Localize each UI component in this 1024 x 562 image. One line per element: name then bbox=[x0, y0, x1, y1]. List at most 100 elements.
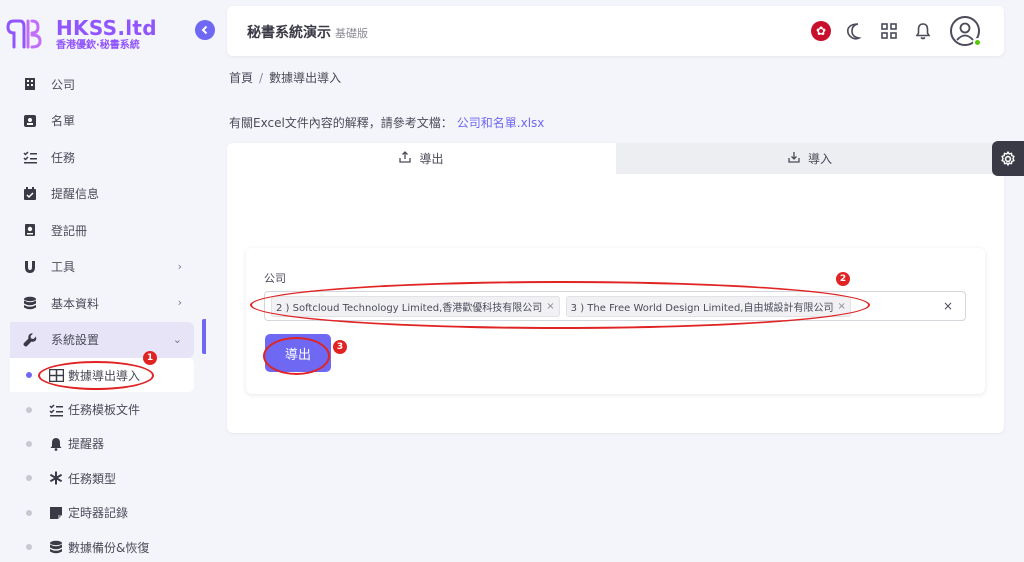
tag-remove-icon[interactable]: × bbox=[837, 301, 845, 312]
bullet-dot bbox=[26, 406, 32, 413]
sidebar-subitem-task-types[interactable]: 任務類型 bbox=[10, 461, 194, 495]
database-icon bbox=[22, 295, 38, 311]
sidebar-nav: 公司 名單 任務 提醒信息 登記冊 工具 › 基本資料 › 系統設置 ⌄ bbox=[10, 66, 194, 358]
customizer-toggle[interactable] bbox=[992, 141, 1024, 176]
asterisk-icon bbox=[48, 470, 64, 486]
company-field-label: 公司 bbox=[264, 272, 286, 285]
chevron-down-icon: ⌄ bbox=[172, 332, 182, 346]
logo[interactable]: HKSS.ltd 香港優欽·秘書系統 bbox=[6, 14, 157, 54]
sidebar-item-label: 登記冊 bbox=[51, 223, 88, 238]
sidebar-subitem-task-templates[interactable]: 任務模板文件 bbox=[10, 392, 194, 426]
annotation-badge: 3 bbox=[333, 340, 347, 354]
company-multiselect[interactable]: 2 ) Softcloud Technology Limited,香港歡優科技有… bbox=[264, 291, 966, 321]
app-title: 秘書系統演示 基礎版 bbox=[247, 22, 368, 42]
bullet-dot bbox=[26, 475, 32, 482]
tag-remove-icon[interactable]: × bbox=[546, 301, 554, 312]
sidebar-item-label: 基本資料 bbox=[51, 296, 100, 311]
tab-export-label: 導出 bbox=[419, 152, 444, 166]
sidebar-collapse-button[interactable] bbox=[195, 20, 215, 40]
sidebar-item-company[interactable]: 公司 bbox=[10, 66, 194, 103]
bullet-dot bbox=[26, 509, 32, 516]
sidebar-subitem-reminder[interactable]: 提醒器 bbox=[10, 427, 194, 461]
help-note: 有關Excel文件內容的解釋，請參考文檔： 公司和名單.xlsx bbox=[229, 114, 544, 131]
bell-icon bbox=[915, 23, 931, 40]
moon-icon bbox=[847, 23, 862, 40]
sidebar-item-system-settings[interactable]: 系統設置 ⌄ bbox=[10, 321, 194, 358]
user-avatar[interactable] bbox=[950, 16, 982, 47]
breadcrumb-home[interactable]: 首頁 bbox=[229, 71, 253, 85]
sidebar-subitem-label: 數據導出導入 bbox=[68, 368, 141, 383]
tab-import[interactable]: 導入 bbox=[616, 143, 1004, 174]
tab-import-label: 導入 bbox=[807, 152, 832, 166]
template-file-link[interactable]: 公司和名單.xlsx bbox=[457, 116, 545, 130]
sidebar-item-list[interactable]: 名單 bbox=[10, 103, 194, 140]
notifications-button[interactable] bbox=[912, 20, 934, 42]
export-button[interactable]: 導出 bbox=[265, 334, 331, 372]
sidebar-subitem-backup-restore[interactable]: 數據備份&恢復 bbox=[10, 530, 194, 562]
breadcrumb-separator: / bbox=[259, 71, 264, 85]
chevron-right-icon: › bbox=[177, 259, 182, 273]
building-icon bbox=[22, 76, 38, 92]
grid-icon bbox=[881, 23, 897, 39]
sidebar-item-register[interactable]: 登記冊 bbox=[10, 212, 194, 249]
wrench-icon bbox=[22, 332, 38, 348]
sidebar-item-label: 提醒信息 bbox=[51, 187, 100, 202]
sidebar-subitem-data-import-export[interactable]: 數據導出導入 bbox=[10, 358, 194, 393]
bullet-dot bbox=[26, 440, 32, 447]
apps-grid-button[interactable] bbox=[878, 20, 900, 42]
table-icon bbox=[48, 367, 64, 383]
sidebar-subitem-label: 提醒器 bbox=[68, 437, 105, 452]
clear-selection-icon[interactable]: × bbox=[943, 299, 953, 313]
contact-card-icon bbox=[22, 113, 38, 129]
upload-icon bbox=[399, 151, 412, 166]
chevron-left-icon bbox=[201, 25, 208, 35]
sidebar: HKSS.ltd 香港優欽·秘書系統 公司 名單 任務 提醒信息 登記冊 工具 … bbox=[0, 0, 207, 562]
magnet-icon bbox=[22, 259, 38, 275]
sidebar-subitem-label: 任務模板文件 bbox=[68, 403, 141, 418]
sidebar-subitem-timer-records[interactable]: 定時器記錄 bbox=[10, 496, 194, 530]
bell-icon bbox=[48, 436, 64, 452]
sidebar-submenu: 數據導出導入 任務模板文件 提醒器 任務類型 定時器記錄 數據備份&恢復 bbox=[10, 358, 194, 562]
sidebar-item-basic-data[interactable]: 基本資料 › bbox=[10, 285, 194, 322]
annotation-badge: 1 bbox=[143, 351, 157, 365]
bullet-dot bbox=[26, 372, 32, 379]
dark-mode-toggle[interactable] bbox=[844, 20, 866, 42]
chevron-right-icon: › bbox=[177, 296, 182, 309]
hong-kong-flag-icon: ✿ bbox=[811, 21, 831, 41]
sidebar-item-label: 系統設置 bbox=[51, 333, 100, 348]
active-indicator bbox=[202, 319, 206, 354]
tag-label: 3 ) The Free World Design Limited,自由城設計有… bbox=[570, 302, 834, 314]
sidebar-subitem-label: 數據備份&恢復 bbox=[68, 540, 150, 555]
checklist-icon bbox=[22, 149, 38, 165]
tag-label: 2 ) Softcloud Technology Limited,香港歡優科技有… bbox=[276, 302, 543, 314]
register-book-icon bbox=[22, 222, 38, 238]
checklist-icon bbox=[48, 402, 64, 418]
logo-subtitle: 香港優欽·秘書系統 bbox=[56, 39, 140, 51]
breadcrumb-current: 數據導出導入 bbox=[269, 71, 342, 85]
import-export-card: 導出 導入 公司 2 ) Softcloud Technology Limite… bbox=[227, 143, 1004, 433]
selected-company-tag: 2 ) Softcloud Technology Limited,香港歡優科技有… bbox=[271, 295, 560, 317]
breadcrumb: 首頁 / 數據導出導入 bbox=[229, 69, 341, 86]
gear-icon bbox=[1001, 150, 1015, 166]
logo-mark-icon bbox=[6, 15, 50, 53]
tab-export[interactable]: 導出 bbox=[227, 143, 616, 174]
sidebar-item-tools[interactable]: 工具 › bbox=[10, 249, 194, 286]
top-bar: 秘書系統演示 基礎版 ✿ bbox=[227, 6, 1004, 56]
sidebar-item-label: 工具 bbox=[51, 260, 76, 275]
download-icon bbox=[788, 151, 800, 166]
annotation-badge: 2 bbox=[836, 272, 850, 286]
database-icon bbox=[48, 539, 64, 555]
language-switch-button[interactable]: ✿ bbox=[810, 20, 832, 42]
sidebar-subitem-label: 定時器記錄 bbox=[68, 506, 129, 521]
export-form: 公司 2 ) Softcloud Technology Limited,香港歡優… bbox=[246, 248, 985, 394]
sidebar-item-label: 名單 bbox=[51, 114, 76, 129]
sidebar-item-tasks[interactable]: 任務 bbox=[10, 139, 194, 176]
tab-bar: 導出 導入 bbox=[227, 143, 1004, 174]
sidebar-item-reminders[interactable]: 提醒信息 bbox=[10, 176, 194, 213]
bullet-dot bbox=[26, 544, 32, 551]
top-bar-actions: ✿ bbox=[798, 16, 982, 47]
selected-company-tag: 3 ) The Free World Design Limited,自由城設計有… bbox=[565, 295, 851, 317]
help-note-text: 有關Excel文件內容的解釋，請參考文檔： bbox=[229, 116, 453, 130]
app-title-text: 秘書系統演示 bbox=[247, 25, 331, 41]
sidebar-item-label: 任務 bbox=[51, 150, 76, 165]
